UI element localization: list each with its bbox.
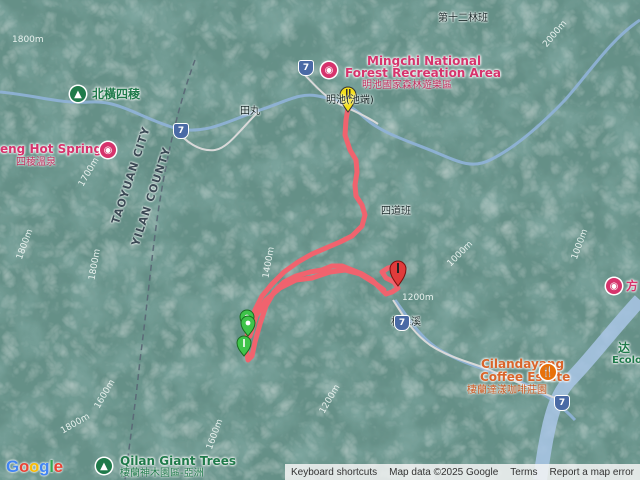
map-data-text: Map data ©2025 Google bbox=[389, 466, 499, 478]
route-shield: 7 bbox=[173, 123, 189, 139]
poi-cilandayang-name-2[interactable]: Coffee Estate bbox=[480, 371, 570, 384]
poi-hotsprings-name[interactable]: eng Hot Springs bbox=[0, 143, 109, 156]
poi-giant-trees-zh: 棲蘭神木園區-亞洲 bbox=[120, 468, 204, 479]
place-label-tianwan: 田丸 bbox=[240, 106, 260, 117]
route-shield: 7 bbox=[298, 60, 314, 76]
hiking-icon[interactable]: ▲ bbox=[70, 86, 86, 102]
camera-icon[interactable]: ◉ bbox=[606, 278, 622, 294]
tree-icon[interactable]: ▲ bbox=[96, 458, 112, 474]
camera-icon[interactable]: ◉ bbox=[321, 62, 337, 78]
terms-link[interactable]: Terms bbox=[504, 467, 543, 478]
poi-cilandayang-name-zh: 棲蘭達漾咖啡莊園 bbox=[467, 385, 547, 396]
poi-hotsprings-name-zh: 四稜溫泉 bbox=[16, 157, 56, 168]
attribution-bar: Keyboard shortcuts Map data ©2025 Google… bbox=[284, 464, 640, 480]
keyboard-shortcuts-link[interactable]: Keyboard shortcuts bbox=[285, 467, 383, 478]
poi-edge-label-1: 达 bbox=[618, 341, 631, 355]
google-logo[interactable]: Google bbox=[6, 457, 63, 477]
route-shield: 7 bbox=[394, 315, 410, 331]
place-label-sidao: 四道班 bbox=[381, 206, 411, 217]
route-shield: 7 bbox=[554, 395, 570, 411]
map-canvas[interactable]: 1800m 1700m 1800m 1800m 1400m 1200m 1000… bbox=[0, 0, 640, 480]
poi-mingchi-name-2[interactable]: Forest Recreation Area bbox=[345, 67, 501, 80]
contour-label: 1800m bbox=[12, 35, 44, 45]
restaurant-icon[interactable]: 🍴 bbox=[540, 364, 556, 380]
poi-edge-label-2: Ecolo bbox=[612, 355, 640, 366]
report-error-link[interactable]: Report a map error bbox=[544, 467, 640, 478]
poi-edge-label-3: 方 bbox=[626, 279, 639, 293]
place-label-lin12: 第十二林班 bbox=[438, 13, 488, 24]
contour-label: 1200m bbox=[402, 293, 434, 303]
poi-mingchi-name-zh: 明池國家森林遊樂區 bbox=[362, 80, 452, 91]
poi-mingchi-short: 明池(池端) bbox=[326, 95, 374, 106]
poi-giant-trees[interactable]: Qilan Giant Trees bbox=[120, 455, 236, 468]
poi-beiheng[interactable]: 北橫四稜 bbox=[92, 88, 140, 101]
camera-icon[interactable]: ◉ bbox=[100, 142, 116, 158]
